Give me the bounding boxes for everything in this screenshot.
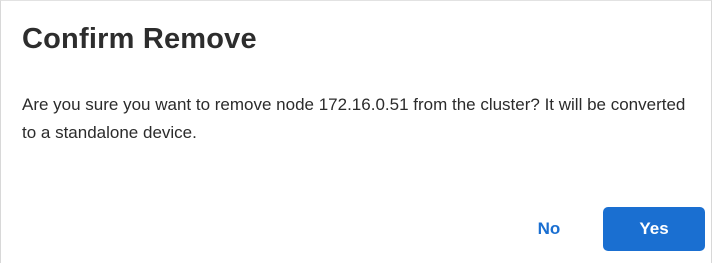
no-button[interactable]: No [511,207,587,251]
dialog-actions: No Yes [511,207,705,251]
dialog-message: Are you sure you want to remove node 172… [22,95,686,142]
confirm-remove-dialog: Confirm Remove Are you sure you want to … [0,0,712,263]
yes-button[interactable]: Yes [603,207,705,251]
dialog-title: Confirm Remove [22,23,257,55]
